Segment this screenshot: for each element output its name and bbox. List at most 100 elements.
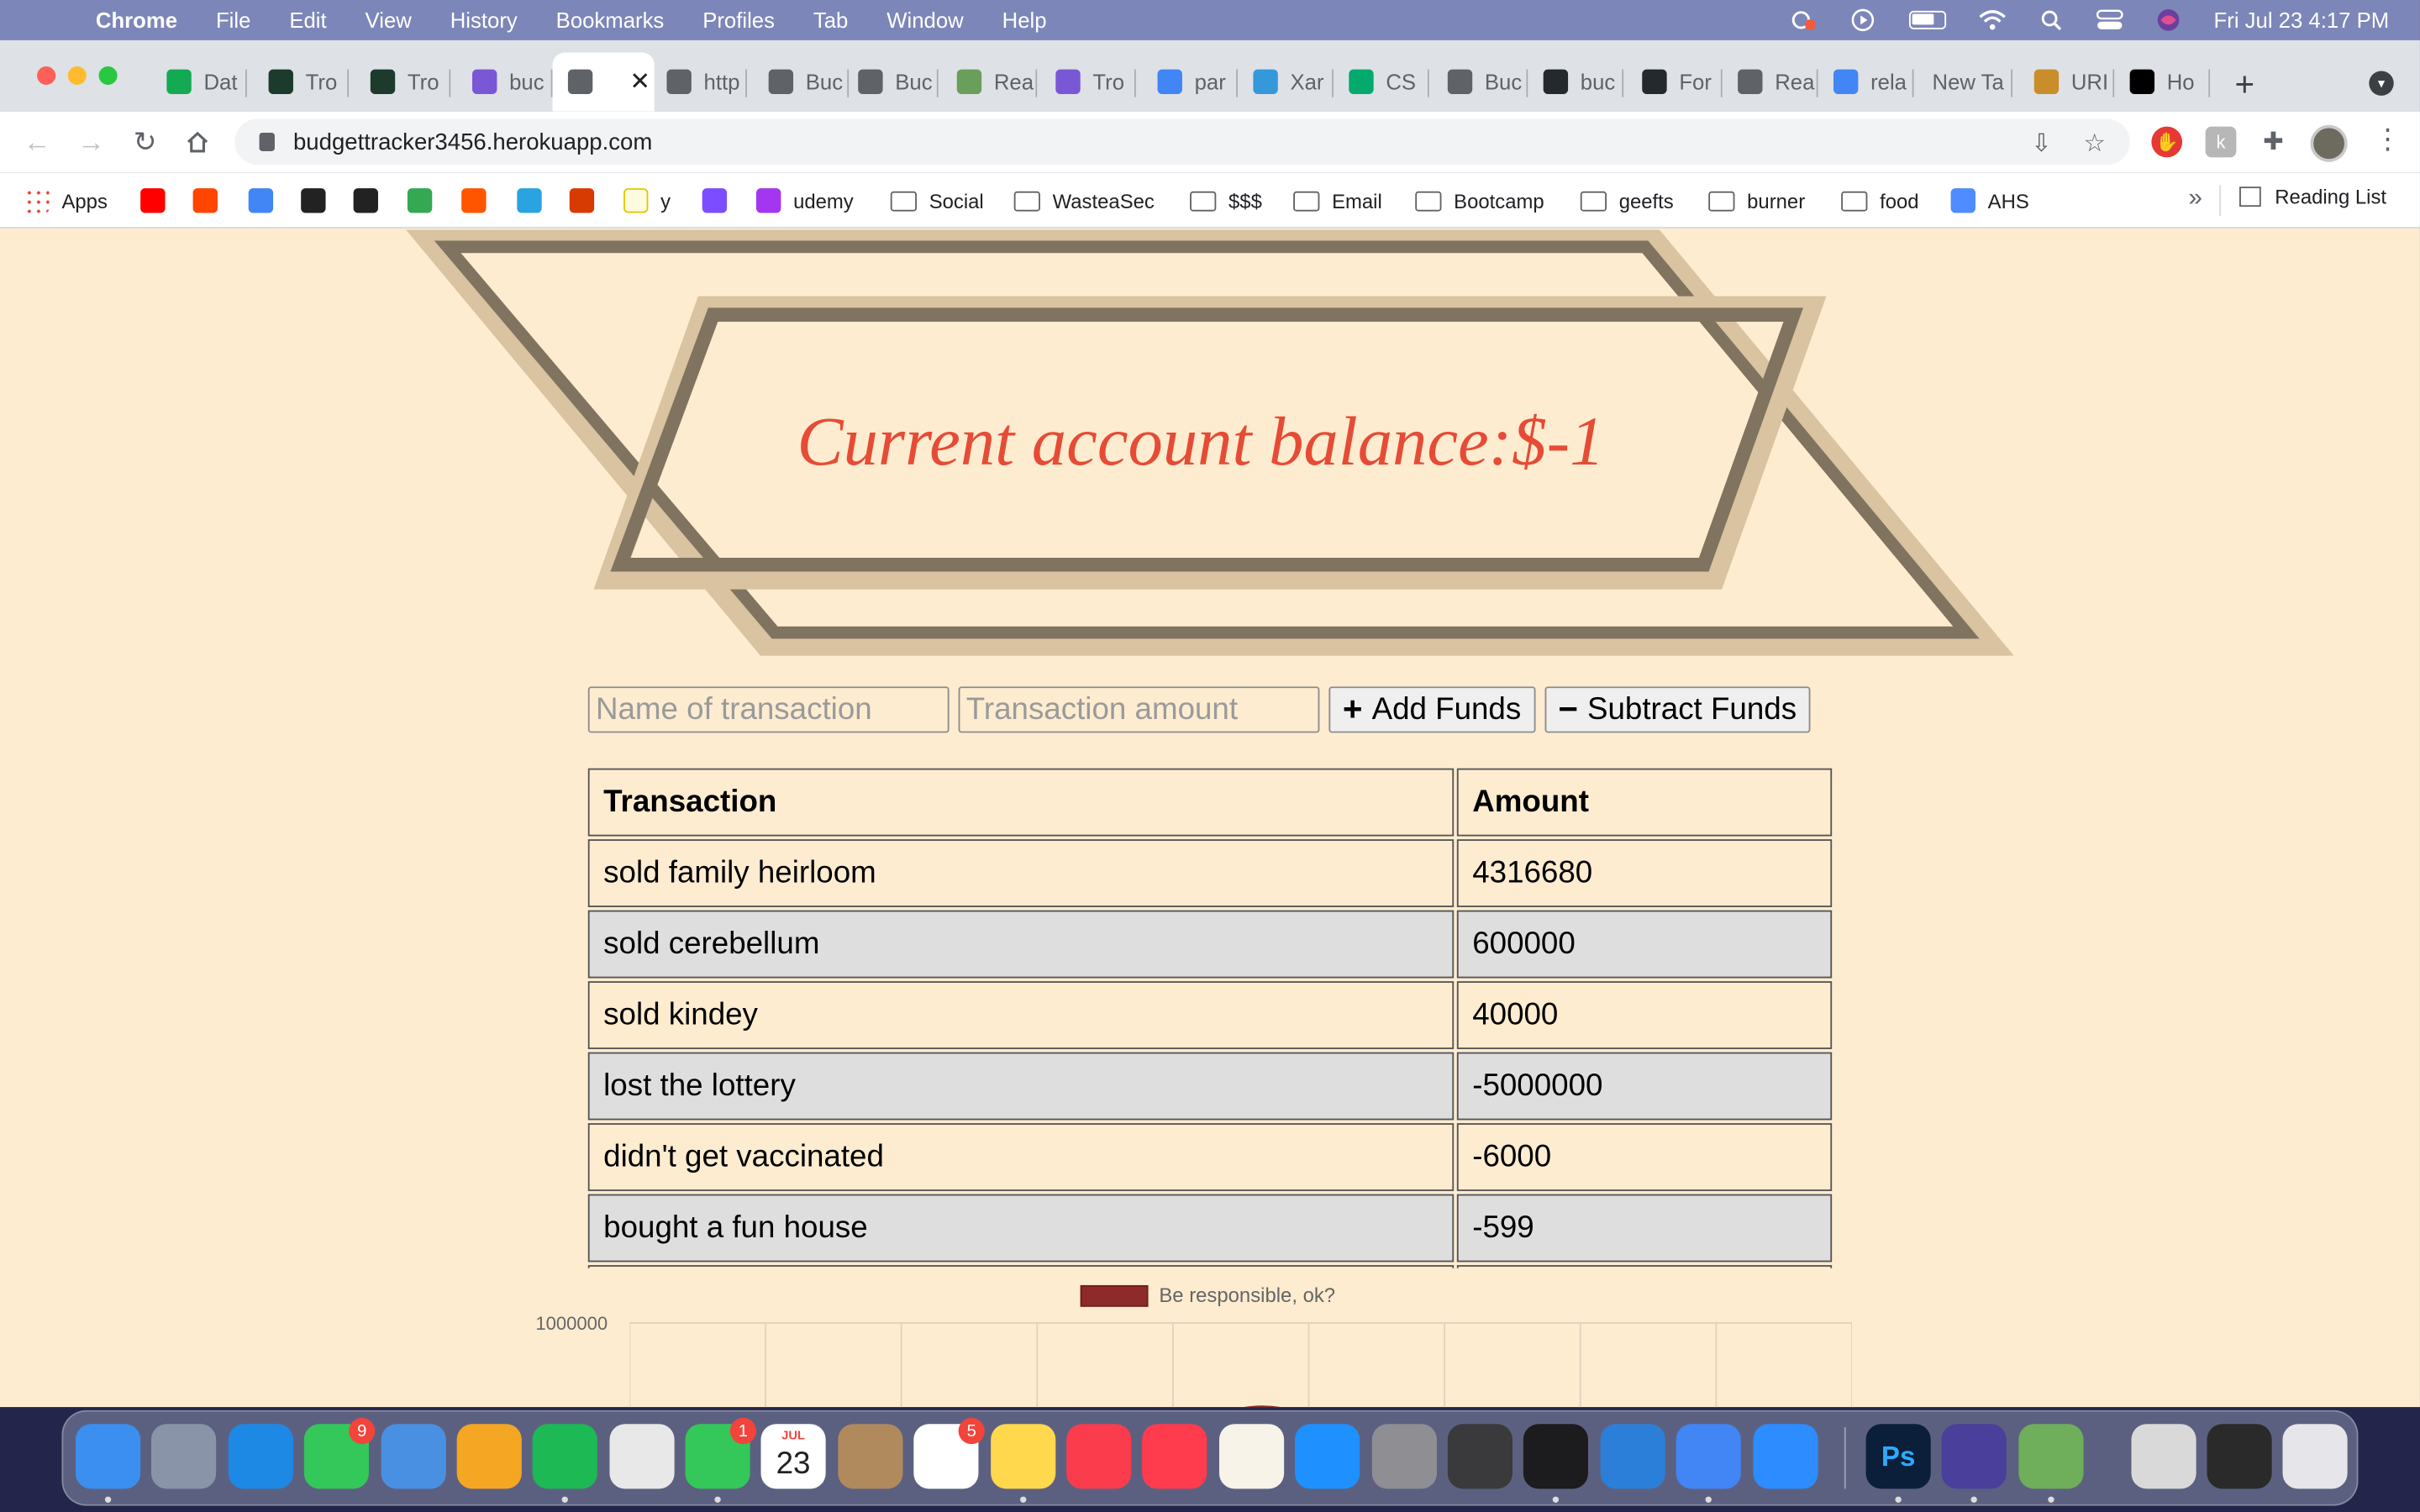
bookmark-soundcloud[interactable] (461, 185, 498, 216)
apple-menu-icon[interactable] (37, 6, 61, 34)
transaction-name-input[interactable] (587, 686, 950, 733)
tab-search-icon[interactable]: ▾ (2369, 71, 2394, 96)
control-center-icon[interactable] (2096, 9, 2124, 31)
trash-icon[interactable] (2282, 1424, 2348, 1489)
extensions-puzzle-icon[interactable]: ✚ (2258, 127, 2289, 158)
window-zoom-button[interactable] (98, 66, 118, 86)
music-icon[interactable] (1066, 1424, 1132, 1489)
menu-profiles[interactable]: Profiles (702, 8, 775, 32)
browser-tab-17[interactable]: rela (1821, 59, 1914, 105)
profile-avatar[interactable] (2310, 124, 2348, 162)
reminders-icon[interactable]: 5 (913, 1417, 985, 1489)
downloads-stack-icon[interactable] (2131, 1424, 2196, 1489)
bookmark-udemy[interactable]: udemy (755, 185, 854, 216)
browser-tab-12[interactable]: CS (1337, 59, 1429, 105)
pages-icon[interactable] (1218, 1424, 1285, 1489)
finder-icon[interactable] (75, 1424, 141, 1489)
window-close-button[interactable] (37, 66, 56, 86)
bookmark-reddit[interactable] (192, 185, 230, 216)
subtract-funds-button[interactable]: − Subtract Funds (1544, 686, 1811, 733)
home-icon[interactable] (179, 123, 216, 160)
messages-icon[interactable]: 9 (303, 1417, 376, 1489)
bookmark-email[interactable]: Email (1293, 185, 1382, 216)
menu-window[interactable]: Window (886, 8, 963, 32)
bookmarks-overflow-icon[interactable]: » (2188, 185, 2202, 213)
browser-tab-1[interactable]: Tro (256, 59, 350, 105)
menubar-clock[interactable]: Fri Jul 23 4:17 PM (2214, 8, 2390, 32)
terminal-icon[interactable] (1523, 1424, 1588, 1489)
browser-tab-9[interactable]: Tro (1044, 59, 1136, 105)
chrome-menu-icon[interactable]: ⋮ (2374, 123, 2402, 156)
creative-cloud-status-icon[interactable] (1791, 9, 1818, 31)
moon-app-icon[interactable] (1941, 1424, 2007, 1489)
bookmark-office[interactable] (569, 185, 607, 216)
menu-edit[interactable]: Edit (289, 8, 326, 32)
add-funds-button[interactable]: + Add Funds (1328, 686, 1535, 733)
browser-tab-11[interactable]: Xar (1241, 59, 1334, 105)
new-tab-icon[interactable]: + (2235, 65, 2255, 105)
window-minimize-button[interactable] (67, 66, 87, 86)
bookmark-books[interactable] (702, 185, 739, 216)
browser-tab-8[interactable]: Rea (944, 59, 1038, 105)
browser-tab-2[interactable]: Tro (358, 59, 451, 105)
browser-tab-15[interactable]: For (1630, 59, 1723, 105)
media-play-status-icon[interactable] (1849, 8, 1877, 32)
spotlight-search-icon[interactable] (2038, 9, 2065, 31)
bookmark-apps[interactable]: Apps (24, 185, 108, 216)
app-store-icon[interactable] (1294, 1424, 1360, 1489)
menu-view[interactable]: View (366, 8, 412, 32)
vscode-icon[interactable] (1600, 1424, 1665, 1489)
bookmark-stripe[interactable] (517, 185, 554, 216)
browser-tab-7[interactable]: Buc (846, 59, 939, 105)
forward-arrow-icon[interactable]: → (72, 123, 109, 160)
browser-tab-20[interactable]: Ho (2118, 59, 2211, 105)
browser-tab-14[interactable]: buc (1531, 59, 1624, 105)
siri-icon[interactable] (2155, 9, 2183, 31)
bookmark-y[interactable]: y (623, 185, 671, 216)
bookmark-amazon[interactable] (353, 185, 391, 216)
transaction-amount-input[interactable] (958, 686, 1320, 733)
bookmark-calendar[interactable] (248, 185, 286, 216)
address-bar[interactable]: budgettracker3456.herokuapp.com ⇩ ☆ (234, 118, 2130, 165)
bookmark-wasteasec[interactable]: WasteaSec (1013, 185, 1155, 216)
menu-app-name[interactable]: Chrome (96, 8, 177, 32)
zoom-icon[interactable] (1753, 1424, 1818, 1489)
tab-close-icon[interactable]: ✕ (629, 66, 650, 97)
address-url[interactable]: budgettracker3456.herokuapp.com (293, 129, 652, 155)
bookmark-ahs[interactable]: AHS (1950, 185, 2029, 216)
contacts-icon[interactable] (838, 1424, 903, 1489)
bookmark-food[interactable]: food (1841, 185, 1919, 216)
bookmark-youtube[interactable] (140, 185, 177, 216)
garageband-icon[interactable] (1447, 1424, 1512, 1489)
browser-tab-3[interactable]: buc (460, 59, 553, 105)
bookmark-drive[interactable] (407, 185, 445, 216)
reading-list-button[interactable]: Reading List (2239, 185, 2386, 208)
browser-tab-6[interactable]: Buc (756, 59, 850, 105)
bookmark-burner[interactable]: burner (1708, 185, 1805, 216)
bookmark--[interactable]: $$$ (1190, 185, 1262, 216)
browser-tab-18[interactable]: New Ta (1920, 59, 2013, 105)
browser-tab-16[interactable]: Rea (1725, 59, 1818, 105)
mail-icon[interactable] (381, 1424, 446, 1489)
screen-recording-icon[interactable] (2207, 1424, 2272, 1489)
launchpad-icon[interactable] (150, 1424, 217, 1489)
news-icon[interactable] (1142, 1424, 1207, 1489)
browser-tab-19[interactable]: URI (2022, 59, 2115, 105)
browser-tab-4[interactable]: ✕ (552, 52, 655, 112)
menu-history[interactable]: History (450, 8, 518, 32)
slack-icon[interactable] (609, 1424, 675, 1489)
bookmark-star-icon[interactable]: ☆ (2084, 128, 2106, 159)
spotify-icon[interactable] (532, 1424, 597, 1489)
menu-tab[interactable]: Tab (813, 8, 848, 32)
extension-icon[interactable]: k (2205, 126, 2237, 158)
bookmark-geefts[interactable]: geefts (1580, 185, 1674, 216)
browser-tab-13[interactable]: Buc (1435, 59, 1528, 105)
lock-icon[interactable] (259, 132, 275, 151)
photos-icon[interactable] (456, 1424, 522, 1489)
back-arrow-icon[interactable]: ← (18, 123, 55, 160)
photoshop-icon[interactable]: Ps (1865, 1424, 1931, 1489)
chrome-icon[interactable] (1676, 1424, 1741, 1489)
facetime-icon[interactable]: 1 (685, 1417, 756, 1489)
bookmark-social[interactable]: Social (890, 185, 984, 216)
reload-icon[interactable]: ↻ (127, 123, 164, 160)
